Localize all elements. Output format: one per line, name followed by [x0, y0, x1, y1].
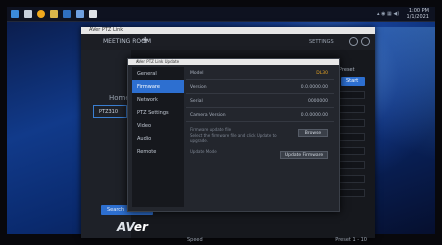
preset-slot[interactable]	[339, 119, 365, 127]
menu-item-network[interactable]: Network	[132, 93, 184, 106]
file-explorer-icon[interactable]	[50, 10, 58, 18]
bottom-controls: Speed Preset 1 - 10	[187, 235, 367, 245]
clock[interactable]: 1:00 PM 1/1/2021	[407, 8, 429, 20]
preset-slot[interactable]	[339, 105, 365, 113]
update-mode-label: Update Mode	[190, 149, 217, 154]
logo-text-b: er	[133, 220, 148, 234]
system-tray-icons[interactable]: ▴ ◉ ▦ ◀)	[377, 11, 399, 17]
menu-item-video[interactable]: Video	[132, 119, 184, 132]
clock-date: 1/1/2021	[406, 14, 429, 20]
info-row: Serial 0000000	[186, 95, 334, 108]
preset-slot[interactable]	[339, 147, 365, 155]
search-camera-label: Search	[107, 207, 125, 213]
speed-label: Speed	[187, 237, 203, 243]
preset-slot[interactable]	[339, 161, 365, 169]
dialog-titlebar[interactable]: AVer PTZ Link Update ×	[128, 59, 339, 65]
preset-slot[interactable]	[339, 175, 365, 183]
firmware-note-title: Firmware update file	[190, 127, 232, 132]
firmware-dialog: AVer PTZ Link Update × General Firmware …	[127, 58, 340, 212]
preset-column: Preset Start	[339, 67, 369, 217]
store-icon[interactable]	[76, 10, 84, 18]
app-header: MEETING ROOM + SETTINGS	[81, 34, 375, 50]
info-row: Model DL30	[186, 67, 334, 80]
update-firmware-button[interactable]: Update Firmware	[280, 151, 328, 159]
header-settings-label[interactable]: SETTINGS	[309, 39, 334, 45]
firmware-note-text: Select the firmware file and click Updat…	[190, 133, 277, 143]
menu-item-remote[interactable]: Remote	[132, 145, 184, 158]
camera-label: PTZ310	[99, 109, 119, 115]
preset-start-button[interactable]: Start	[341, 77, 365, 86]
menu-item-general[interactable]: General	[132, 67, 184, 80]
info-icon[interactable]	[349, 37, 358, 46]
preset-slot[interactable]	[339, 91, 365, 99]
menu-item-audio[interactable]: Audio	[132, 132, 184, 145]
search-icon[interactable]	[24, 10, 32, 18]
mail-icon[interactable]	[63, 10, 71, 18]
settings-menu: General Firmware Network PTZ Settings Vi…	[132, 67, 184, 207]
menu-item-firmware[interactable]: Firmware	[132, 80, 184, 93]
browser-icon[interactable]	[37, 10, 45, 18]
camera-list-item[interactable]: PTZ310	[93, 105, 127, 118]
app-titlebar[interactable]: AVer PTZ Link	[81, 27, 375, 34]
firmware-content: Model DL30 Version 0.0.0000.00 Serial 00…	[186, 67, 334, 207]
preset-slot[interactable]	[339, 133, 365, 141]
close-icon[interactable]: ×	[136, 59, 336, 65]
logo-text-a: AV	[117, 220, 134, 234]
info-row: Camera Version 0.0.0000.00	[186, 109, 334, 122]
preset-start-label: Start	[346, 78, 359, 84]
start-menu-icon[interactable]	[11, 10, 19, 18]
aver-logo: AVer	[117, 220, 148, 234]
aver-app-icon[interactable]	[89, 10, 97, 18]
preset-slot[interactable]	[339, 189, 365, 197]
taskbar: ▴ ◉ ▦ ◀) 1:00 PM 1/1/2021	[7, 7, 435, 22]
gear-icon[interactable]	[361, 37, 370, 46]
app-window-title: AVer PTZ Link	[89, 27, 124, 33]
browse-button[interactable]: Browse	[298, 129, 328, 137]
menu-item-ptz-settings[interactable]: PTZ Settings	[132, 106, 184, 119]
info-row: Version 0.0.0000.00	[186, 81, 334, 94]
preset-range-select[interactable]: Preset 1 - 10	[335, 237, 367, 243]
preset-label: Preset	[339, 67, 355, 73]
add-icon[interactable]: +	[141, 35, 149, 46]
